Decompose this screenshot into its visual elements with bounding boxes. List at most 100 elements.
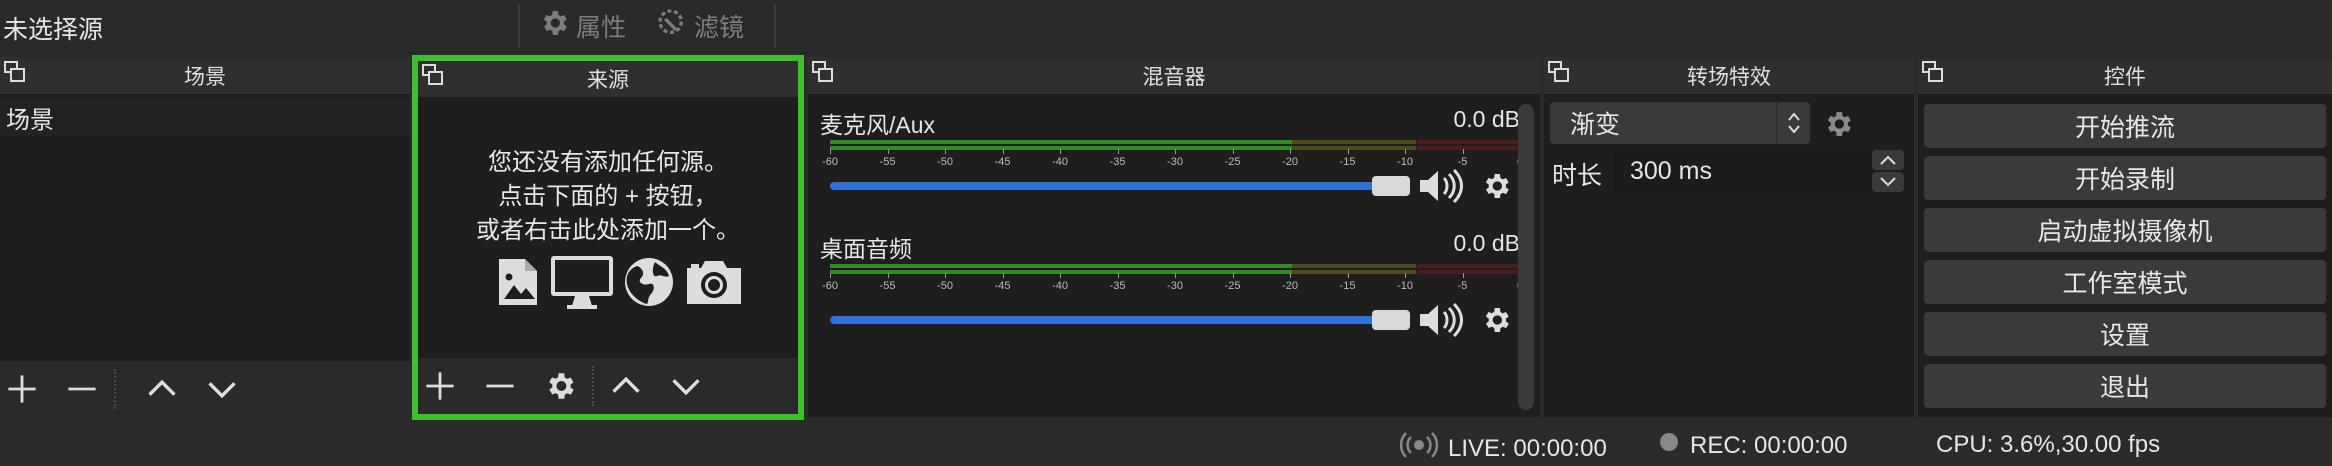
meter-scale: -60-55-50-45-40-35-30-25-20-15-10-50 (822, 149, 1523, 172)
meter-tick-mark (1462, 149, 1464, 154)
meter-tick-mark (1232, 149, 1234, 154)
filters-button[interactable]: 滤镜 (656, 8, 744, 44)
meter-tick-label: -50 (937, 156, 953, 168)
move-source-down-button[interactable] (664, 364, 708, 408)
meter-tick-mark (1462, 273, 1464, 278)
meter-tick-label: -5 (1457, 280, 1468, 292)
exit-button[interactable]: 退出 (1924, 364, 2326, 408)
meter-tick-label: -35 (1109, 280, 1126, 292)
divider (774, 4, 776, 48)
fader-handle[interactable] (1372, 310, 1410, 330)
mixer-dock: 混音器 麦克风/Aux 0.0 dB -60 -55 -50 -45 -40 -35 -30… (808, 58, 1540, 417)
speaker-icon[interactable] (1418, 302, 1464, 343)
meter-tick-label: -60 (822, 280, 838, 292)
duration-input[interactable]: 300 ms (1614, 150, 1876, 192)
meter-scale: -60-55-50-45-40-35-30-25-20-15-10-50 (822, 273, 1523, 296)
dock-float-icon[interactable] (4, 61, 26, 83)
source-type-icons (495, 254, 745, 310)
properties-label: 属性 (576, 14, 627, 42)
meter-tick-mark (1290, 149, 1291, 154)
meter-tick-label: -10 (1397, 156, 1413, 168)
meter-tick-label: -40 (1052, 156, 1068, 168)
meter-tick-mark (887, 273, 889, 278)
meter-tick-mark (1060, 149, 1061, 154)
plus-icon (8, 375, 36, 403)
gear-icon[interactable] (1480, 304, 1512, 341)
monitor-icon (549, 254, 615, 310)
meter-tick-label: -35 (1109, 156, 1126, 168)
live-timer: LIVE: 00:00:00 (1448, 434, 1607, 462)
dock-float-icon[interactable] (1548, 61, 1570, 83)
source-properties-button[interactable] (538, 364, 582, 408)
meter-tick-label: -45 (994, 280, 1011, 292)
studio-mode-button[interactable]: 工作室模式 (1924, 260, 2326, 304)
duration-decrement[interactable] (1872, 172, 1904, 192)
dock-float-icon[interactable] (812, 61, 834, 83)
meter-tick-mark (1175, 149, 1176, 154)
filters-label: 滤镜 (694, 14, 745, 42)
updown-icon (1776, 102, 1810, 144)
settings-button[interactable]: 设置 (1924, 312, 2326, 356)
meter-tick-label: -20 (1282, 156, 1298, 168)
chevron-up-icon (1880, 155, 1896, 165)
move-source-up-button[interactable] (604, 364, 648, 408)
toolbar-divider (114, 369, 116, 409)
properties-button[interactable]: 属性 (538, 8, 626, 44)
meter-tick-label: -30 (1167, 156, 1183, 168)
start-streaming-button[interactable]: 开始推流 (1924, 104, 2326, 148)
transition-select[interactable]: 渐变 (1550, 102, 1810, 144)
globe-icon (623, 256, 675, 308)
meter-tick-mark (1002, 273, 1004, 278)
chevron-down-icon (672, 379, 700, 396)
sources-toolbar (418, 358, 798, 414)
meter-tick-label: -40 (1052, 280, 1068, 292)
meter-tick-label: -25 (1224, 156, 1241, 168)
meter-tick-label: -50 (937, 280, 953, 292)
chevron-up-icon (612, 376, 640, 393)
volume-fader[interactable] (830, 316, 1400, 324)
move-scene-up-button[interactable] (140, 367, 184, 411)
meter-tick-mark (830, 273, 831, 278)
scene-list-item[interactable]: 场景 (0, 98, 410, 136)
add-scene-button[interactable] (0, 367, 44, 411)
toolbar-divider (592, 366, 594, 406)
speaker-icon[interactable] (1418, 168, 1464, 209)
mixer-track: 桌面音频 0.0 dB -60 -55 -50 -45 -40 -35 -30 -25 -20 -… (820, 230, 1523, 360)
meter-tick-mark (1290, 273, 1291, 278)
dock-float-icon[interactable] (1922, 61, 1944, 83)
add-source-button[interactable] (418, 364, 462, 408)
mixer-scrollbar[interactable] (1518, 104, 1534, 410)
rec-status: REC: 00:00:00 (1658, 431, 1847, 460)
image-file-icon (495, 257, 541, 307)
camera-icon (683, 258, 745, 306)
mixer-title: 混音器 (1142, 66, 1206, 89)
filter-icon (656, 7, 688, 46)
meter-tick-mark (1175, 273, 1176, 278)
remove-source-button[interactable] (478, 364, 522, 408)
move-scene-down-button[interactable] (200, 367, 244, 411)
meter-tick-mark (1347, 273, 1349, 278)
start-recording-button[interactable]: 开始录制 (1924, 156, 2326, 200)
duration-increment[interactable] (1872, 150, 1904, 170)
cpu-status: CPU: 3.6%,30.00 fps (1936, 431, 2160, 459)
record-dot-icon (1658, 431, 1680, 460)
sources-title: 来源 (587, 69, 629, 92)
gear-icon (549, 373, 574, 399)
chevron-down-icon (1880, 177, 1896, 187)
meter-tick-label: -25 (1224, 280, 1241, 292)
chevron-down-icon (208, 382, 236, 399)
gear-icon[interactable] (1480, 170, 1512, 207)
gear-icon[interactable] (1822, 108, 1854, 145)
broadcast-icon (1399, 431, 1439, 466)
dock-float-icon[interactable] (422, 64, 444, 86)
meter-tick-mark (1347, 149, 1349, 154)
rec-timer: REC: 00:00:00 (1690, 431, 1848, 459)
start-virtual-camera-button[interactable]: 启动虚拟摄像机 (1924, 208, 2326, 252)
remove-scene-button[interactable] (60, 367, 104, 411)
meter-tick-mark (945, 273, 946, 278)
meter-tick-mark (1405, 273, 1406, 278)
volume-fader[interactable] (830, 182, 1400, 190)
minus-icon (68, 387, 96, 391)
fader-handle[interactable] (1372, 176, 1410, 196)
sources-empty-message: 您还没有添加任何源。 点击下面的 + 按钮， 或者右击此处添加一个。 (418, 146, 798, 248)
